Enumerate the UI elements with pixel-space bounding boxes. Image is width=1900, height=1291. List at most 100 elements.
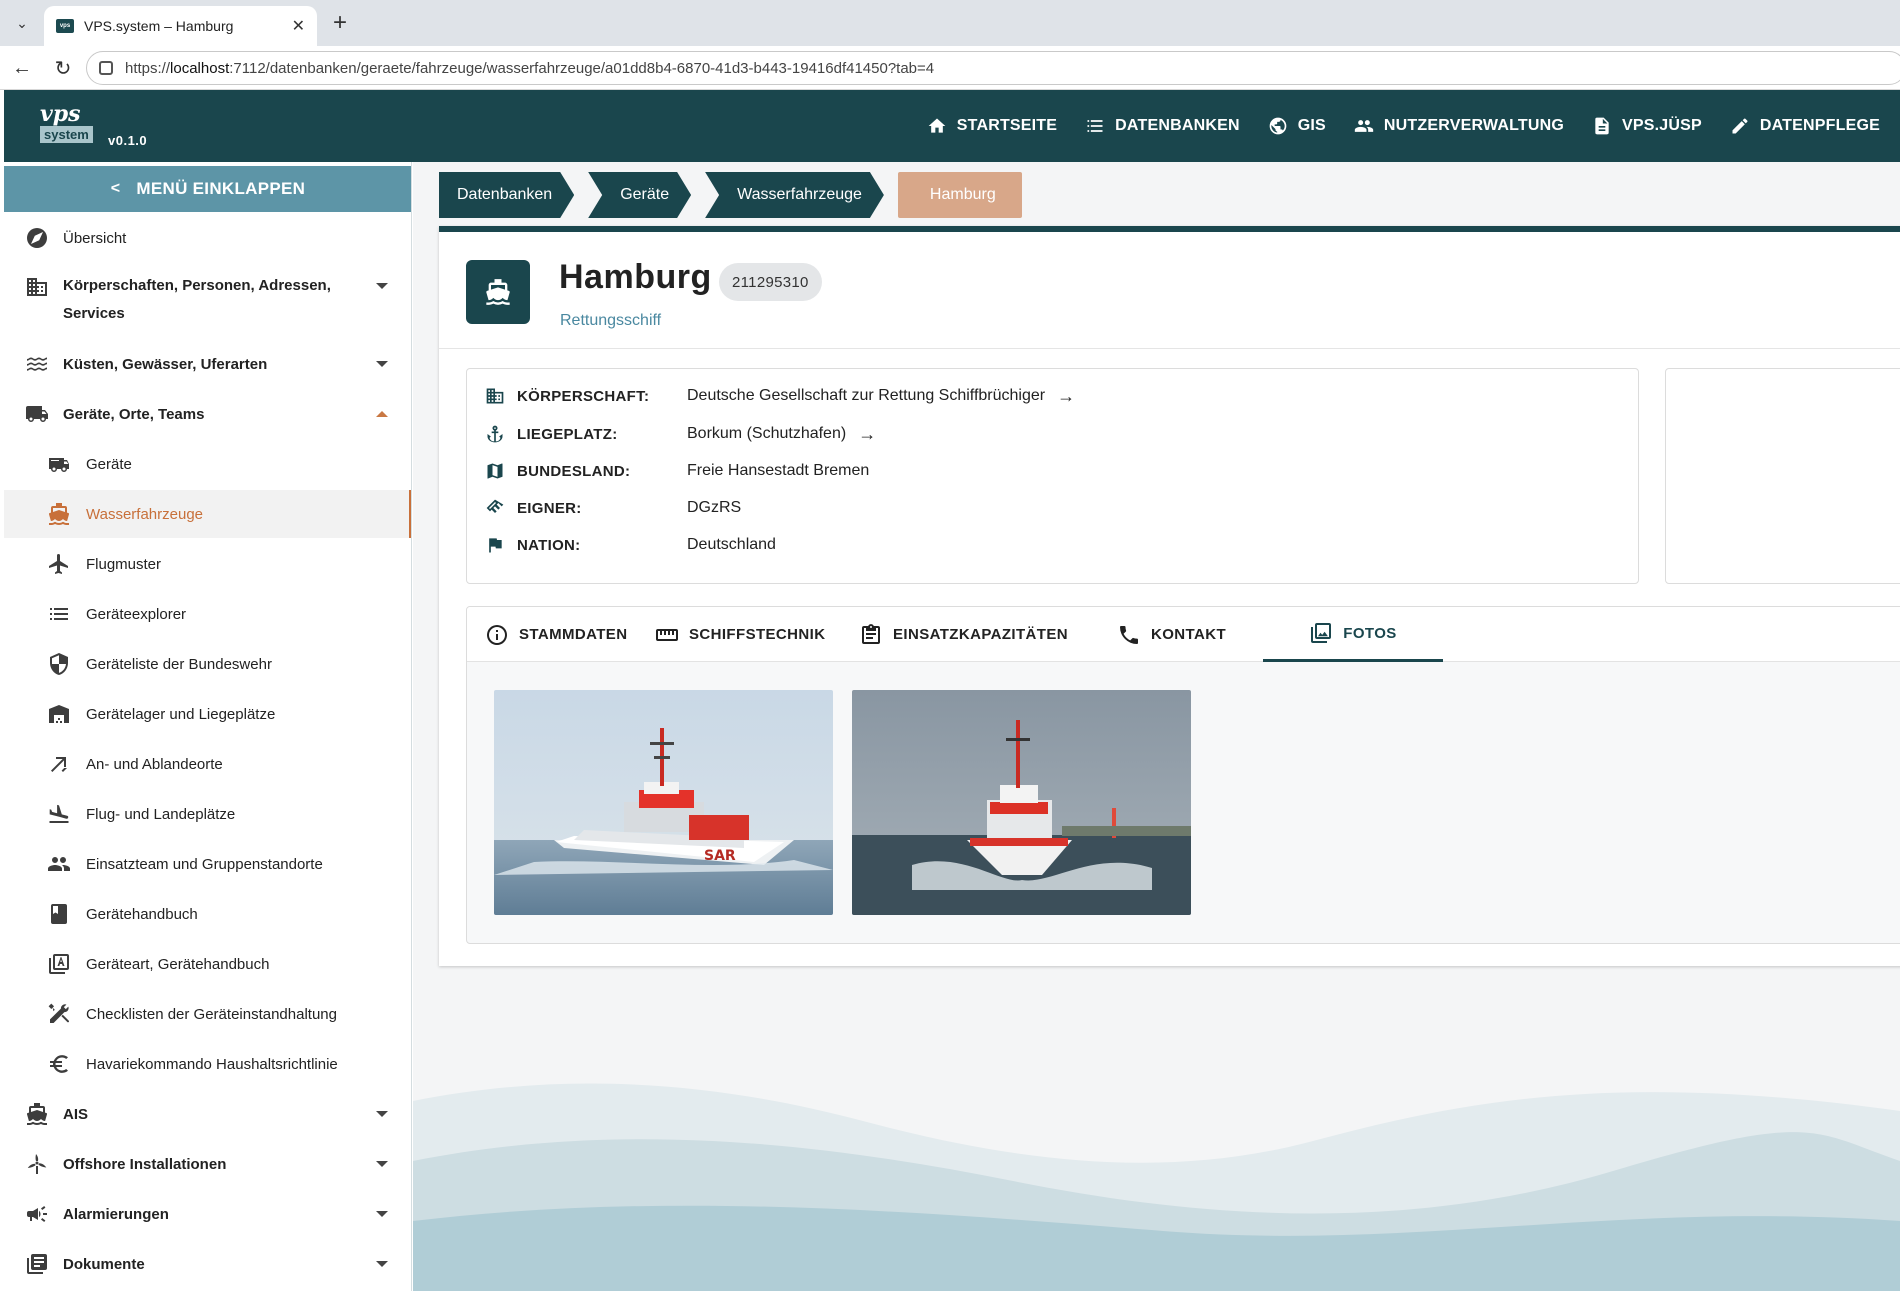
sidebar-item-geraetehandbuch[interactable]: Gerätehandbuch: [4, 890, 411, 938]
nav-datenpflege[interactable]: DATENPFLEGE: [1730, 116, 1880, 136]
nav-vps-juesp[interactable]: VPS.JÜSP: [1592, 116, 1702, 136]
sidebar-item-flug-landeplaetze[interactable]: Flug- und Landeplätze: [4, 790, 411, 838]
url-text: https://localhost:7112/datenbanken/gerae…: [125, 59, 935, 77]
breadcrumb: Datenbanken Geräte Wasserfahrzeuge Hambu…: [439, 172, 1036, 218]
wind-turbine-icon: [24, 1151, 50, 1177]
sidebar-item-an-ablandeorte[interactable]: An- und Ablandeorte: [4, 740, 411, 788]
mmsi-badge: 211295310: [719, 263, 822, 301]
breadcrumb-wasserfahrzeuge[interactable]: Wasserfahrzeuge: [705, 172, 884, 218]
sidebar-item-koerperschaften[interactable]: Körperschaften, Personen, Adressen, Servi…: [4, 262, 411, 326]
font-box-icon: [46, 951, 72, 977]
browser-tab[interactable]: vps VPS.system – Hamburg ✕: [44, 6, 317, 46]
site-info-icon[interactable]: [99, 61, 113, 75]
sidebar-item-alarmierungen[interactable]: Alarmierungen: [4, 1190, 411, 1238]
chevron-down-icon: [376, 1261, 388, 1267]
sidebar-item-geraetelager[interactable]: Gerätelager und Liegeplätze: [4, 690, 411, 738]
tab-fotos[interactable]: FOTOS: [1263, 607, 1443, 662]
chevron-down-icon: [376, 283, 388, 289]
flag-icon: [489, 538, 502, 553]
group-icon: [46, 851, 72, 877]
building-icon: [24, 274, 50, 300]
vessel-photo-2[interactable]: [852, 690, 1191, 915]
book-icon: [46, 901, 72, 927]
clipboard-icon: [862, 623, 880, 644]
fire-truck-icon: [46, 451, 72, 477]
reload-icon[interactable]: ↻: [51, 56, 75, 80]
nav-nutzerverwaltung[interactable]: NUTZERVERWALTUNG: [1354, 116, 1564, 136]
tab-stammdaten[interactable]: STAMMDATEN: [485, 607, 627, 662]
truck-icon: [24, 401, 50, 427]
collapse-menu-button[interactable]: < MENÜ EINKLAPPEN: [4, 166, 411, 212]
chevron-down-icon: [376, 1161, 388, 1167]
main-navigation: STARTSEITE DATENBANKEN GIS NUTZERVERWALT…: [899, 90, 1880, 162]
handshake-icon: [486, 499, 504, 513]
tab-schiffstechnik[interactable]: SCHIFFSTECHNIK: [655, 607, 825, 662]
breadcrumb-geraete[interactable]: Geräte: [588, 172, 691, 218]
browser-tab-title: VPS.system – Hamburg: [84, 18, 234, 34]
tab-kontakt[interactable]: KONTAKT: [1117, 607, 1226, 662]
list-icon: [46, 601, 72, 627]
sidebar-item-geraete[interactable]: Geräte: [4, 440, 411, 488]
sidebar-item-geraeteexplorer[interactable]: Geräteexplorer: [4, 590, 411, 638]
chevron-left-icon: <: [110, 180, 121, 197]
info-row-bundesland: BUNDESLAND: Freie Hansestadt Bremen: [485, 458, 869, 484]
ship-icon: [24, 1101, 50, 1127]
users-icon: [1354, 120, 1374, 132]
document-icon: [1595, 117, 1609, 135]
sidebar-item-kuesten[interactable]: Küsten, Gewässer, Uferarten: [4, 340, 411, 388]
sidebar-item-flugmuster[interactable]: Flugmuster: [4, 540, 411, 588]
sidebar: < MENÜ EINKLAPPEN Übersicht Körperschaft…: [4, 162, 412, 1291]
compass-icon: [24, 225, 50, 251]
breadcrumb-datenbanken[interactable]: Datenbanken: [439, 172, 574, 218]
sidebar-item-ais[interactable]: AIS: [4, 1090, 411, 1138]
shield-icon: [46, 651, 72, 677]
vessel-type: Rettungsschiff: [560, 312, 662, 329]
rescue-ship-photo-front: [852, 690, 1191, 915]
tab-einsatzkapazitaeten[interactable]: EINSATZKAPAZITÄTEN: [859, 607, 1068, 662]
chevron-up-icon: [376, 411, 388, 417]
arrow-right-icon: →: [1057, 385, 1076, 406]
map-icon: [487, 463, 503, 479]
vps-logo[interactable]: vps system: [40, 103, 100, 144]
warehouse-icon: [46, 701, 72, 727]
nav-datenbanken[interactable]: DATENBANKEN: [1085, 116, 1240, 136]
url-input[interactable]: https://localhost:7112/datenbanken/gerae…: [86, 51, 1900, 85]
sidebar-item-offshore[interactable]: Offshore Installationen: [4, 1140, 411, 1188]
pencil-icon: [1732, 118, 1748, 134]
tools-icon: [46, 1001, 72, 1027]
back-arrow-icon[interactable]: ←: [10, 56, 34, 80]
sidebar-item-einsatzteam[interactable]: Einsatzteam und Gruppenstandorte: [4, 840, 411, 888]
info-row-koerperschaft: KÖRPERSCHAFT: Deutsche Gesellschaft zur …: [485, 383, 1075, 409]
vessel-info-box: KÖRPERSCHAFT: Deutsche Gesellschaft zur …: [466, 368, 1639, 584]
arrows-icon: [46, 751, 72, 777]
chevron-down-icon: [376, 361, 388, 367]
info-row-liegeplatz: LIEGEPLATZ: Borkum (Schutzhafen) →: [485, 421, 876, 447]
sidebar-item-checklisten[interactable]: Checklisten der Geräteinstandhaltung: [4, 990, 411, 1038]
landing-icon: [46, 801, 72, 827]
sidebar-item-geraeteart[interactable]: Geräteart, Gerätehandbuch: [4, 940, 411, 988]
sidebar-item-wasserfahrzeuge[interactable]: Wasserfahrzeuge: [4, 490, 411, 538]
list-icon: [1087, 120, 1103, 132]
new-tab-plus-icon[interactable]: +: [326, 9, 354, 37]
photo-library-icon: [1311, 623, 1332, 643]
sidebar-item-uebersicht[interactable]: Übersicht: [4, 214, 411, 262]
liegeplatz-link[interactable]: Borkum (Schutzhafen) →: [687, 424, 876, 445]
vessel-title: Hamburg: [559, 258, 712, 296]
anchor-icon: [487, 425, 503, 443]
vessel-photo-1[interactable]: SAR: [494, 690, 833, 915]
browser-tab-bar: ⌄ vps VPS.system – Hamburg ✕ +: [0, 0, 1900, 46]
divider: [439, 348, 1900, 349]
nav-gis[interactable]: GIS: [1268, 116, 1326, 136]
nav-startseite[interactable]: STARTSEITE: [927, 116, 1057, 136]
close-tab-icon[interactable]: ✕: [292, 16, 305, 36]
vessel-card: Hamburg 211295310 Rettungsschiff KÖRPERS…: [439, 226, 1900, 966]
chevron-down-icon: [376, 1111, 388, 1117]
sidebar-item-haushaltsrichtlinie[interactable]: Havariekommando Haushaltsrichtlinie: [4, 1040, 411, 1088]
tab-search-chevron-icon[interactable]: ⌄: [8, 9, 36, 37]
sidebar-item-dokumente[interactable]: Dokumente: [4, 1240, 411, 1288]
euro-icon: [46, 1051, 72, 1077]
sidebar-item-geraete-orte-teams[interactable]: Geräte, Orte, Teams: [4, 390, 411, 438]
vps-favicon-icon: vps: [56, 19, 74, 33]
koerperschaft-link[interactable]: Deutsche Gesellschaft zur Rettung Schiff…: [687, 386, 1075, 407]
sidebar-item-bundeswehr[interactable]: Geräteliste der Bundeswehr: [4, 640, 411, 688]
